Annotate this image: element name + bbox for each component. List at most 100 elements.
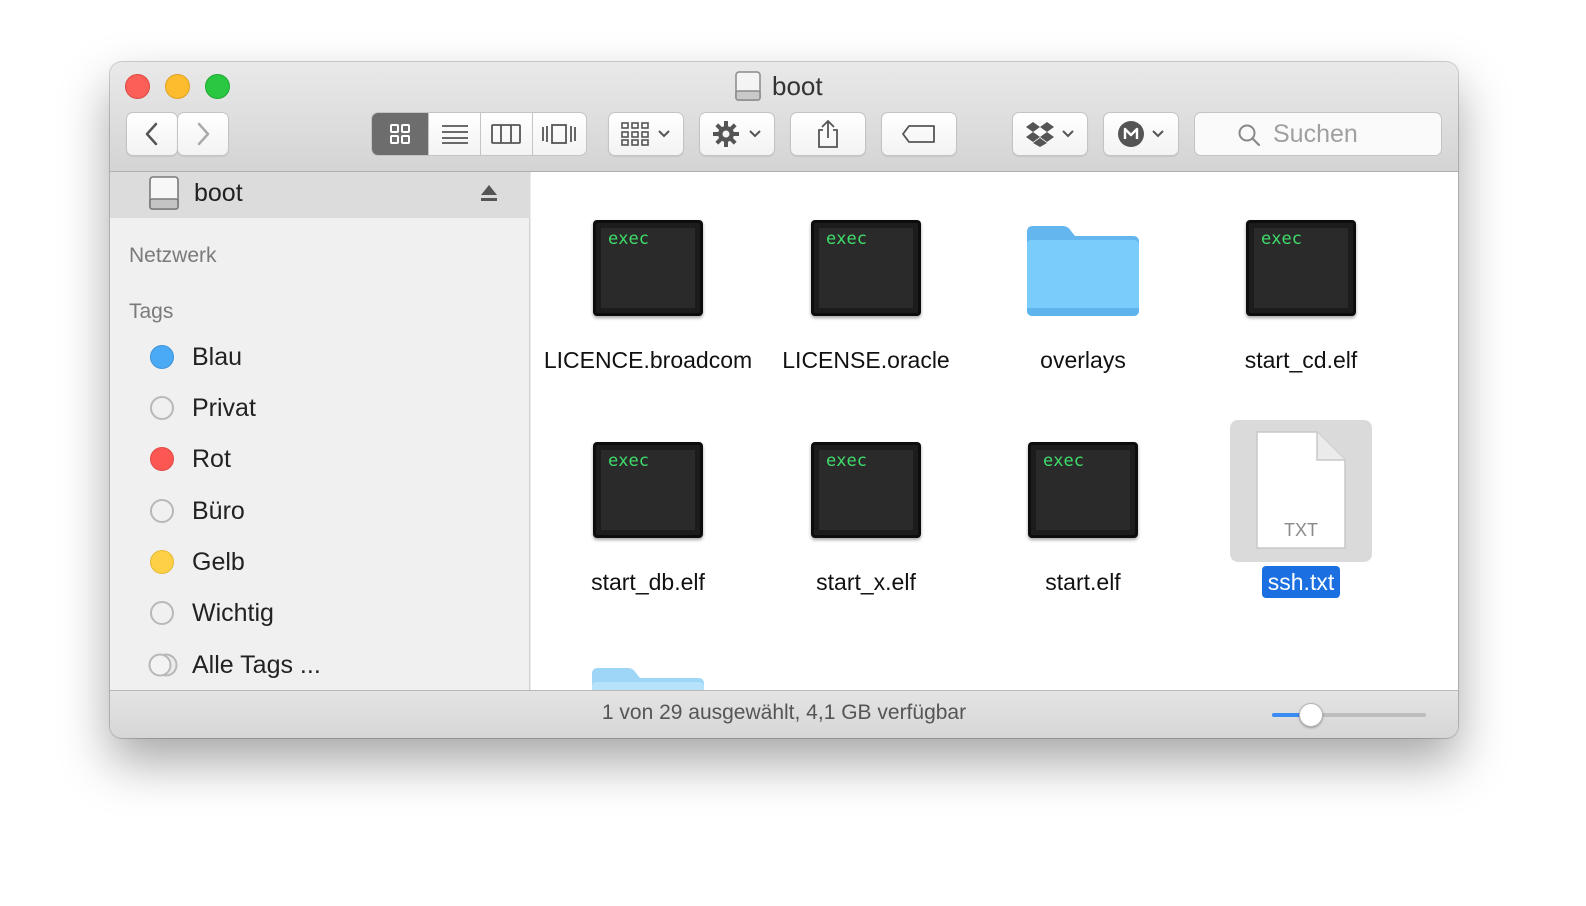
coverflow-view-icon — [542, 124, 577, 144]
maximize-window-button[interactable] — [205, 74, 230, 99]
tag-color-dot — [150, 345, 174, 369]
file-item-start-x-elf[interactable]: exec start_x.elf — [757, 440, 975, 600]
tag-icon — [902, 125, 935, 143]
file-name: start_x.elf — [816, 569, 916, 595]
edit-tags-button[interactable] — [881, 112, 957, 156]
finder-window: boot Suchen boot Netzwerk Tags Blau Priv… — [110, 62, 1458, 738]
executable-icon: exec — [593, 220, 703, 316]
list-view-button[interactable] — [429, 113, 481, 155]
window-title: boot — [734, 70, 823, 102]
file-name-selected: ssh.txt — [1261, 566, 1341, 598]
file-name: start_db.elf — [591, 569, 705, 595]
tag-color-dot — [150, 447, 174, 471]
chevron-left-icon — [145, 122, 158, 146]
file-item-ssh-txt[interactable]: TXT ssh.txt — [1192, 420, 1410, 600]
file-item-licence-broadcom[interactable]: exec LICENCE.broadcom — [539, 218, 757, 408]
status-text: 1 von 29 ausgewählt, 4,1 GB verfügbar — [601, 701, 967, 724]
dropbox-button[interactable] — [1012, 112, 1088, 156]
file-name: LICENSE.oracle — [782, 347, 950, 373]
file-item-start-db-elf[interactable]: exec start_db.elf — [539, 440, 757, 600]
sidebar-tag-buero[interactable]: Büro — [150, 496, 245, 526]
tag-label: Büro — [192, 496, 245, 525]
column-view-icon — [491, 124, 522, 144]
mega-icon — [1118, 121, 1144, 147]
executable-icon: exec — [1028, 442, 1138, 538]
file-item-start-cd-elf[interactable]: exec start_cd.elf — [1192, 218, 1410, 378]
sidebar-tag-gelb[interactable]: Gelb — [150, 547, 245, 577]
file-item-start-elf[interactable]: exec start.elf — [974, 440, 1192, 600]
executable-icon: exec — [811, 220, 921, 316]
coverflow-view-button[interactable] — [533, 113, 587, 155]
chevron-right-icon — [197, 122, 210, 146]
tag-empty-dot — [150, 396, 174, 420]
title-bar: boot Suchen — [110, 62, 1458, 172]
tag-empty-dot — [150, 499, 174, 523]
tag-label: Blau — [192, 342, 243, 371]
chevron-down-icon — [1062, 130, 1074, 138]
svg-text:TXT: TXT — [1284, 520, 1318, 540]
icon-view-button[interactable] — [372, 113, 430, 155]
tag-label: Wichtig — [192, 598, 274, 627]
sidebar-heading-network[interactable]: Netzwerk — [129, 244, 217, 268]
chevron-down-icon — [1152, 130, 1164, 138]
drive-icon — [149, 176, 179, 210]
file-item-license-oracle[interactable]: exec LICENSE.oracle — [757, 218, 975, 378]
executable-icon: exec — [593, 442, 703, 538]
folder-icon — [592, 668, 704, 690]
file-name: LICENCE.broadcom — [543, 347, 753, 373]
drive-icon — [735, 71, 761, 101]
share-icon — [818, 119, 838, 148]
share-button[interactable] — [790, 112, 866, 156]
sidebar-item-boot[interactable]: boot — [110, 172, 530, 218]
tag-label: Alle Tags ... — [192, 650, 321, 679]
icon-size-slider[interactable] — [1272, 703, 1426, 727]
eject-icon[interactable] — [480, 184, 498, 202]
sidebar: boot Netzwerk Tags Blau Privat Rot Büro … — [110, 172, 530, 690]
search-icon — [1238, 124, 1261, 147]
file-grid: exec LICENCE.broadcom exec LICENSE.oracl… — [531, 172, 1458, 690]
mega-button[interactable] — [1103, 112, 1179, 156]
sidebar-heading-tags[interactable]: Tags — [129, 300, 173, 324]
search-placeholder: Suchen — [1273, 119, 1358, 148]
arrange-button[interactable] — [608, 112, 684, 156]
sidebar-tag-blau[interactable]: Blau — [150, 342, 242, 372]
file-name: overlays — [1040, 347, 1126, 373]
sidebar-all-tags[interactable]: Alle Tags ... — [148, 650, 321, 680]
slider-thumb[interactable] — [1298, 703, 1323, 727]
action-button[interactable] — [699, 112, 775, 156]
folder-icon — [1027, 226, 1139, 316]
file-item-overlays[interactable]: overlays — [974, 218, 1192, 378]
all-tags-icon — [148, 653, 178, 677]
close-window-button[interactable] — [125, 74, 150, 99]
text-document-icon: TXT — [1256, 431, 1346, 549]
dropbox-icon — [1026, 122, 1054, 147]
sidebar-item-label: boot — [194, 178, 243, 207]
grid-view-icon — [390, 124, 411, 144]
sidebar-tag-privat[interactable]: Privat — [150, 393, 256, 423]
gear-icon — [713, 121, 739, 147]
arrange-icon — [621, 122, 649, 146]
forward-button[interactable] — [177, 112, 229, 156]
tag-label: Gelb — [192, 547, 245, 576]
executable-icon: exec — [1246, 220, 1356, 316]
tag-label: Privat — [192, 393, 256, 422]
list-view-icon — [441, 125, 468, 144]
window-title-text: boot — [772, 70, 823, 101]
view-mode-control — [371, 112, 587, 156]
file-name: start.elf — [1045, 569, 1121, 595]
tag-label: Rot — [192, 444, 231, 473]
chevron-down-icon — [658, 130, 670, 138]
back-button[interactable] — [126, 112, 178, 156]
status-bar: 1 von 29 ausgewählt, 4,1 GB verfügbar — [110, 690, 1458, 738]
sidebar-tag-wichtig[interactable]: Wichtig — [150, 598, 274, 628]
file-name: start_cd.elf — [1244, 347, 1358, 373]
search-field[interactable]: Suchen — [1194, 112, 1442, 156]
tag-color-dot — [150, 550, 174, 574]
file-item-folder-partial[interactable] — [539, 662, 757, 690]
tag-empty-dot — [150, 601, 174, 625]
chevron-down-icon — [749, 130, 761, 138]
sidebar-tag-rot[interactable]: Rot — [150, 444, 231, 474]
column-view-button[interactable] — [481, 113, 533, 155]
executable-icon: exec — [811, 442, 921, 538]
minimize-window-button[interactable] — [165, 74, 190, 99]
